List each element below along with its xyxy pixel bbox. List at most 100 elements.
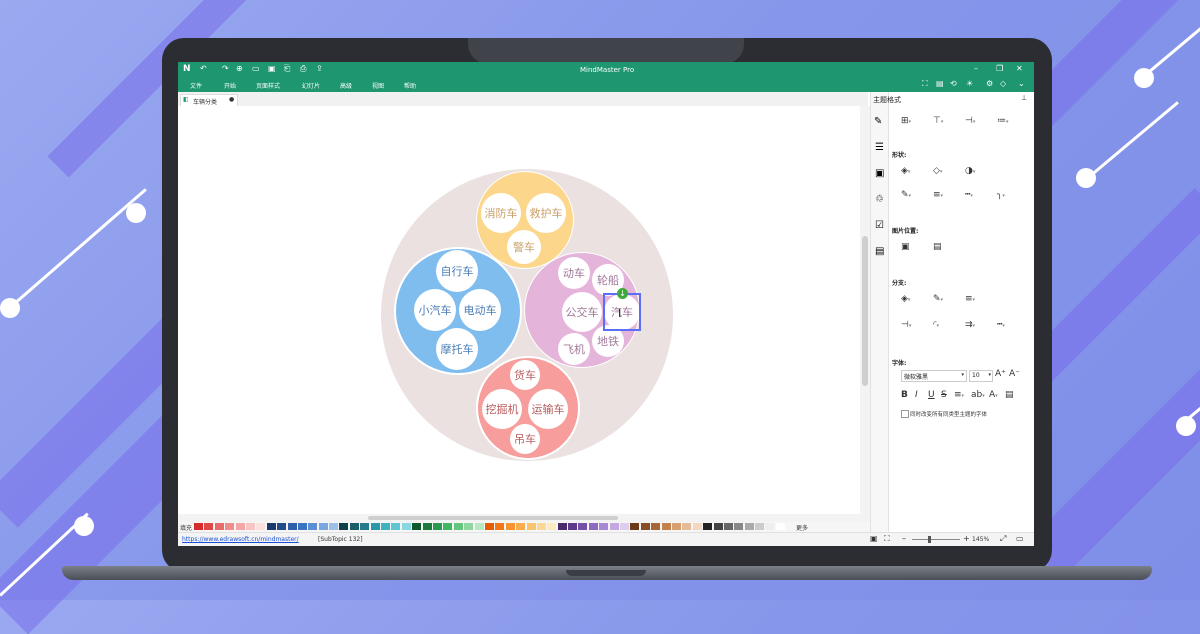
- color-swatch[interactable]: [671, 523, 681, 530]
- color-swatch[interactable]: [225, 523, 235, 530]
- color-swatch[interactable]: [318, 523, 328, 530]
- color-swatch[interactable]: [235, 523, 245, 530]
- node-police-car[interactable]: 警车: [507, 230, 541, 264]
- color-swatch[interactable]: [661, 523, 671, 530]
- color-swatch[interactable]: [370, 523, 380, 530]
- color-swatch[interactable]: [775, 523, 785, 530]
- clipart-panel-icon[interactable]: ▣: [875, 168, 884, 179]
- share-link-icon[interactable]: ⟲: [950, 79, 957, 88]
- outline-panel-icon[interactable]: ☰: [875, 142, 884, 153]
- node-ambulance[interactable]: 救护车: [526, 193, 566, 233]
- menu-item-home[interactable]: 开始: [224, 81, 236, 90]
- color-swatch[interactable]: [287, 523, 297, 530]
- branch-connector-icon[interactable]: ⊣▾: [901, 320, 911, 330]
- color-swatch[interactable]: [443, 523, 453, 530]
- color-swatch[interactable]: [297, 523, 307, 530]
- branch-taper-icon[interactable]: ◜▾: [933, 320, 939, 330]
- color-swatch[interactable]: [516, 523, 526, 530]
- color-swatch[interactable]: [692, 523, 702, 530]
- redo-icon[interactable]: ↷: [222, 64, 229, 73]
- image-left-icon[interactable]: ▣: [901, 242, 910, 252]
- zoom-level[interactable]: 145%: [972, 536, 989, 543]
- color-swatch[interactable]: [422, 523, 432, 530]
- add-topic-icon[interactable]: ↓: [617, 288, 628, 299]
- color-swatch[interactable]: [640, 523, 650, 530]
- horizontal-scrollbar[interactable]: [178, 514, 860, 522]
- branch-dash-icon[interactable]: ┅▾: [997, 320, 1005, 330]
- color-swatch[interactable]: [391, 523, 401, 530]
- branch-width-icon[interactable]: ≡▾: [965, 294, 975, 304]
- bold-icon[interactable]: B: [901, 390, 908, 400]
- node-fire-truck[interactable]: 消防车: [481, 193, 521, 233]
- branch-line-color-icon[interactable]: ✎▾: [933, 294, 943, 304]
- font-name-select[interactable]: 微软雅黑 ▾: [901, 370, 967, 382]
- app-logo-icon[interactable]: N: [183, 64, 191, 74]
- connector-icon[interactable]: ⊣▾: [965, 116, 975, 126]
- node-transport-truck[interactable]: 运输车: [528, 389, 568, 429]
- color-swatch[interactable]: [339, 523, 349, 530]
- pin-panel-icon[interactable]: ⊥: [1021, 94, 1027, 102]
- mindmap-canvas[interactable]: 消防车 救护车 警车 自行车 小汽车 电动车 摩托车 动车 轮船 公交车 汽车 …: [178, 106, 860, 526]
- new-icon[interactable]: ⊕: [236, 64, 243, 73]
- more-colors-label[interactable]: 更多: [796, 523, 808, 532]
- vertical-scrollbar[interactable]: [860, 106, 870, 526]
- format-panel-icon[interactable]: ✎: [874, 116, 882, 127]
- skin-icon[interactable]: ◇: [1000, 79, 1006, 88]
- symbol-panel-icon[interactable]: ♲: [875, 194, 884, 205]
- document-tab[interactable]: ◧ 车辆分类 ●: [180, 94, 238, 106]
- color-swatch[interactable]: [682, 523, 692, 530]
- fullscreen-icon[interactable]: ⛶: [922, 79, 928, 89]
- structure-icon[interactable]: ⊤▾: [933, 116, 943, 126]
- line-width-icon[interactable]: ≡▾: [933, 190, 943, 200]
- line-dash-icon[interactable]: ┅▾: [965, 190, 973, 200]
- shadow-icon[interactable]: ◑▾: [965, 166, 975, 176]
- contact-panel-icon[interactable]: ▤: [875, 246, 884, 257]
- color-swatch[interactable]: [401, 523, 411, 530]
- layout-icon[interactable]: ⊞▾: [901, 116, 911, 126]
- undo-icon[interactable]: ↶: [200, 64, 207, 73]
- maximize-icon[interactable]: ❐: [996, 64, 1003, 73]
- node-freight-truck[interactable]: 货车: [510, 360, 540, 390]
- color-swatch[interactable]: [245, 523, 255, 530]
- color-swatch[interactable]: [568, 523, 578, 530]
- color-swatch[interactable]: [194, 523, 203, 530]
- website-link[interactable]: https://www.edrawsoft.cn/mindmaster/: [182, 536, 299, 543]
- color-swatch[interactable]: [412, 523, 422, 530]
- color-swatch[interactable]: [214, 523, 224, 530]
- color-swatch[interactable]: [308, 523, 318, 530]
- fit-window-icon[interactable]: ▭: [1016, 534, 1024, 543]
- line-color-icon[interactable]: ✎▾: [901, 190, 911, 200]
- open-icon[interactable]: ▭: [252, 64, 260, 73]
- strikethrough-icon[interactable]: S: [941, 390, 947, 400]
- zoom-slider-handle[interactable]: [928, 536, 931, 543]
- italic-icon[interactable]: I: [915, 390, 918, 400]
- corner-icon[interactable]: ╮▾: [997, 190, 1005, 200]
- node-airplane[interactable]: 飞机: [558, 333, 590, 365]
- font-color-icon[interactable]: A▾: [989, 390, 998, 400]
- save-icon[interactable]: ▣: [268, 64, 276, 73]
- color-swatch[interactable]: [703, 523, 713, 530]
- close-icon[interactable]: ✕: [1016, 64, 1023, 73]
- node-crane[interactable]: 吊车: [510, 424, 540, 454]
- settings-icon[interactable]: ⚙: [986, 79, 993, 88]
- fullscreen-view-icon[interactable]: ⤢: [1000, 534, 1006, 544]
- decrease-font-icon[interactable]: A⁻: [1009, 369, 1020, 379]
- collapse-ribbon-icon[interactable]: ⌄: [1018, 79, 1025, 88]
- color-swatch[interactable]: [204, 523, 214, 530]
- apply-font-checkbox[interactable]: [901, 410, 909, 418]
- color-swatch[interactable]: [588, 523, 598, 530]
- color-swatch[interactable]: [620, 523, 630, 530]
- node-bicycle[interactable]: 自行车: [436, 250, 478, 292]
- zoom-out-icon[interactable]: –: [902, 534, 906, 543]
- node-bus[interactable]: 公交车: [562, 292, 602, 332]
- horizontal-scroll-thumb[interactable]: [368, 516, 618, 520]
- color-swatch[interactable]: [599, 523, 609, 530]
- fit-page-icon[interactable]: ⛶: [884, 534, 890, 544]
- vertical-scroll-thumb[interactable]: [862, 236, 868, 386]
- color-swatch[interactable]: [713, 523, 723, 530]
- menu-item-page-style[interactable]: 页面样式: [256, 81, 280, 90]
- color-swatch[interactable]: [495, 523, 505, 530]
- color-swatch[interactable]: [744, 523, 754, 530]
- export-icon[interactable]: ⎗: [284, 64, 290, 74]
- color-swatch[interactable]: [474, 523, 484, 530]
